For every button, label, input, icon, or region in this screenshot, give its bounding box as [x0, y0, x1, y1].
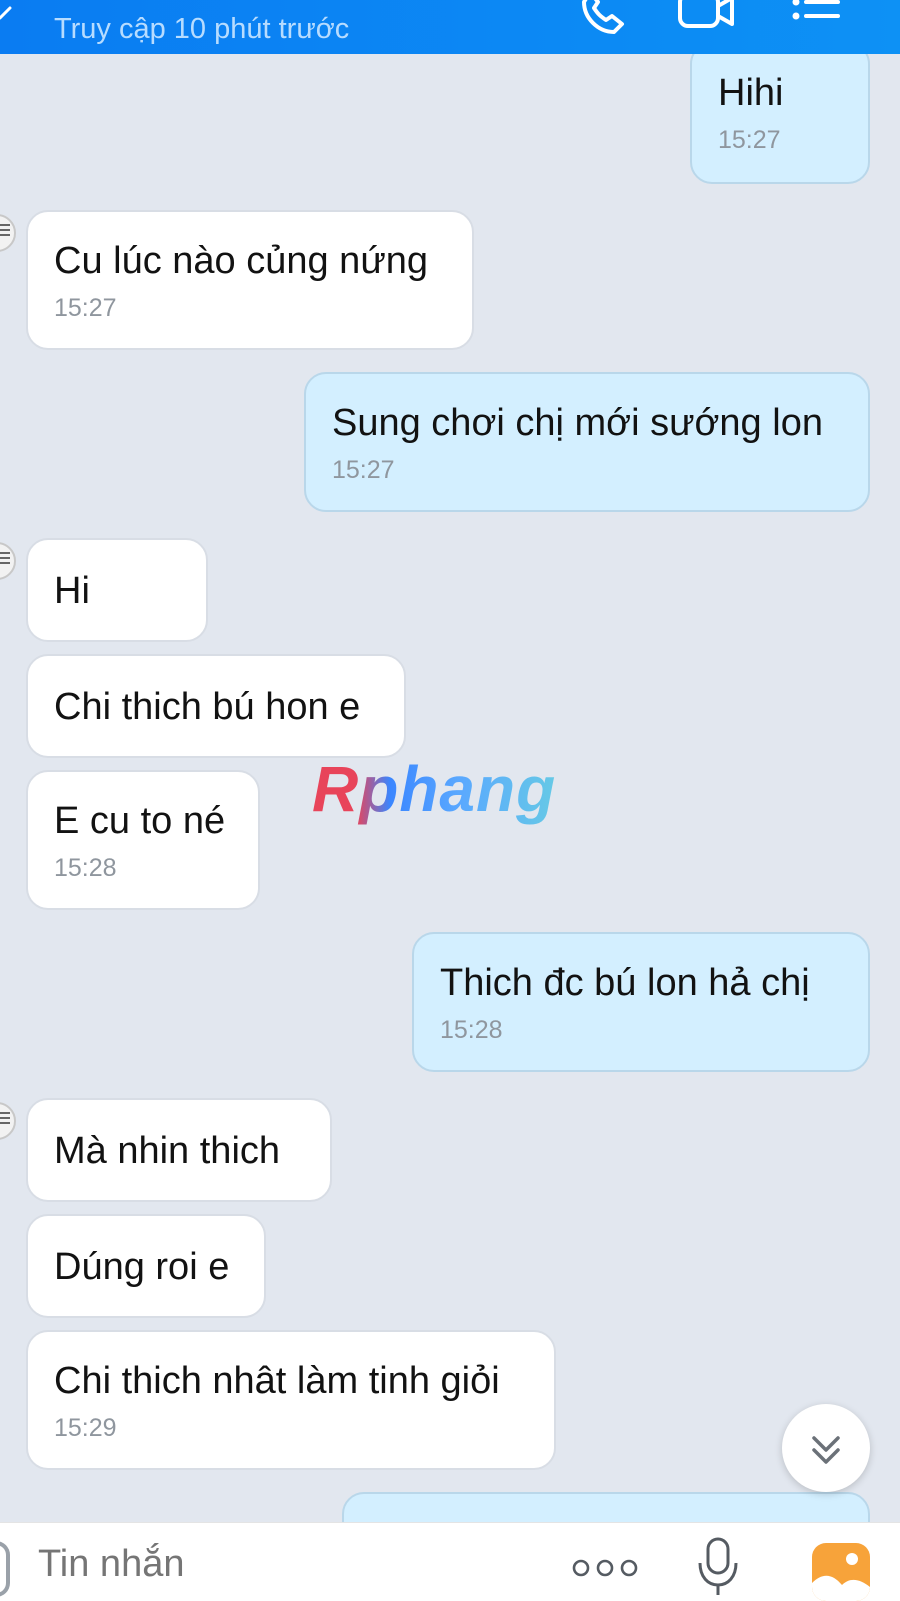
message-input[interactable]	[38, 1543, 438, 1586]
message-text: Chi thich bú hon e	[54, 686, 361, 728]
message-bubble-incoming[interactable]: Cu lúc nào củng nứng 15:27	[26, 210, 474, 350]
composer-bar	[0, 1522, 900, 1601]
message-text: Mà nhin thich	[54, 1130, 281, 1172]
last-seen-status: Truy cập 10 phút trước	[54, 13, 350, 45]
microphone-icon[interactable]	[696, 1531, 740, 1597]
message-time: 15:27	[718, 126, 781, 154]
message-bubble-outgoing[interactable]	[342, 1492, 870, 1522]
message-time: 15:27	[54, 294, 117, 322]
message-time: 15:27	[332, 456, 395, 484]
emoji-icon[interactable]	[0, 1541, 10, 1597]
message-bubble-incoming[interactable]: E cu to né 15:28	[26, 770, 260, 910]
message-bubble-outgoing[interactable]: Sung chơi chị mới sướng lon 15:27	[304, 372, 870, 512]
watermark-logo: Rphang	[312, 753, 557, 825]
contact-avatar[interactable]	[0, 214, 16, 252]
chevron-double-down-icon	[812, 1436, 840, 1464]
message-bubble-incoming[interactable]: Chi thich bú hon e	[26, 654, 406, 758]
contact-avatar[interactable]	[0, 1102, 16, 1140]
message-time: 15:28	[440, 1016, 503, 1044]
message-time: 15:28	[54, 854, 117, 882]
menu-icon[interactable]	[790, 0, 842, 32]
message-text: Hihi	[718, 72, 784, 114]
video-icon[interactable]	[676, 0, 736, 34]
scroll-to-bottom-button[interactable]	[782, 1404, 870, 1492]
message-text: Sung chơi chị mới sướng lon	[332, 402, 823, 444]
message-time: 15:29	[54, 1414, 117, 1442]
message-text: Chi thich nhât làm tinh giỏi	[54, 1360, 500, 1402]
image-icon	[812, 1553, 870, 1601]
message-text: Cu lúc nào củng nứng	[54, 240, 429, 282]
message-text: Dúng roi e	[54, 1246, 230, 1288]
message-text: Thich đc bú lon hả chị	[440, 962, 810, 1004]
message-bubble-outgoing[interactable]: Hihi 15:27	[690, 54, 870, 184]
message-text: E cu to né	[54, 800, 226, 842]
chat-header: Truy cập 10 phút trước	[0, 0, 900, 54]
message-bubble-incoming[interactable]: Hi	[26, 538, 208, 642]
more-dots-icon[interactable]	[572, 1557, 638, 1579]
back-icon[interactable]	[0, 6, 16, 26]
message-text: Hi	[54, 570, 90, 612]
contact-avatar[interactable]	[0, 542, 16, 580]
message-bubble-incoming[interactable]: Mà nhin thich	[26, 1098, 332, 1202]
phone-icon[interactable]	[578, 0, 628, 38]
gallery-icon[interactable]	[812, 1543, 870, 1601]
message-bubble-outgoing[interactable]: Thich đc bú lon hả chị 15:28	[412, 932, 870, 1072]
message-bubble-incoming[interactable]: Dúng roi e	[26, 1214, 266, 1318]
message-bubble-incoming[interactable]: Chi thich nhât làm tinh giỏi 15:29	[26, 1330, 556, 1470]
